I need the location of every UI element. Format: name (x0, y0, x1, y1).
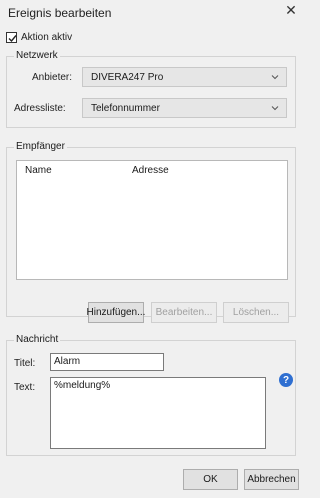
titel-input[interactable]: Alarm (50, 353, 164, 371)
text-label: Text: (14, 382, 36, 393)
column-header-adresse[interactable]: Adresse (132, 165, 169, 176)
ok-button[interactable]: OK (183, 469, 238, 490)
empfaenger-group-label: Empfänger (14, 141, 67, 152)
nachricht-group-label: Nachricht (14, 334, 61, 345)
empfaenger-list[interactable]: Name Adresse (16, 160, 288, 280)
loeschen-button[interactable]: Löschen... (223, 302, 289, 323)
adressliste-dropdown[interactable]: Telefonnummer (82, 98, 287, 118)
abbrechen-button[interactable]: Abbrechen (244, 469, 299, 490)
titel-label: Titel: (14, 358, 36, 369)
netzwerk-group-label: Netzwerk (14, 50, 60, 61)
adressliste-value: Telefonnummer (91, 102, 160, 114)
chevron-down-icon (271, 75, 279, 80)
column-header-name[interactable]: Name (25, 165, 52, 176)
bearbeiten-button[interactable]: Bearbeiten... (151, 302, 217, 323)
anbieter-label: Anbieter: (32, 72, 73, 83)
adressliste-label: Adressliste: (14, 103, 66, 114)
check-icon[interactable] (6, 32, 17, 43)
anbieter-value: DIVERA247 Pro (91, 71, 164, 83)
hinzufuegen-button[interactable]: Hinzufügen... (87, 302, 145, 323)
window-title: Ereignis bearbeiten (8, 6, 112, 20)
chevron-down-icon (271, 106, 279, 111)
aktion-aktiv-label: Aktion aktiv (21, 32, 73, 43)
text-area[interactable]: %meldung% (50, 377, 266, 449)
aktion-aktiv-checkbox[interactable]: Aktion aktiv (6, 32, 72, 43)
help-icon[interactable]: ? (279, 373, 293, 387)
close-icon[interactable]: ✕ (283, 2, 299, 18)
anbieter-dropdown[interactable]: DIVERA247 Pro (82, 67, 287, 87)
